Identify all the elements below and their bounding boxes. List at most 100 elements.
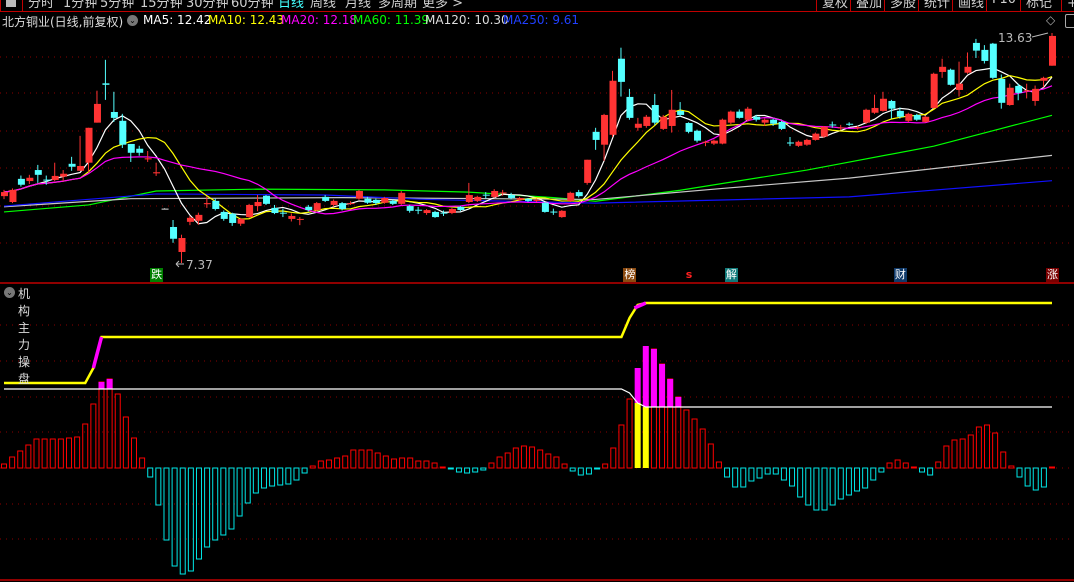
- candle[interactable]: [795, 140, 803, 147]
- event-marker[interactable]: 跌: [150, 268, 164, 282]
- candle[interactable]: [60, 170, 68, 182]
- candle[interactable]: [491, 189, 499, 198]
- candle[interactable]: [787, 136, 794, 147]
- toolbar-button[interactable]: 多股: [884, 0, 916, 11]
- candle[interactable]: [26, 174, 34, 185]
- candle[interactable]: [660, 114, 668, 130]
- candle[interactable]: [727, 110, 735, 125]
- chart-canvas[interactable]: 7.37 13.63: [0, 0, 1074, 582]
- candle[interactable]: [863, 108, 871, 125]
- period-tab[interactable]: 5分钟: [100, 0, 134, 11]
- chevron-down-icon[interactable]: ⌄: [4, 287, 15, 298]
- candle[interactable]: [313, 202, 321, 212]
- candle[interactable]: [153, 162, 161, 176]
- candle[interactable]: [355, 189, 363, 200]
- candle[interactable]: [626, 88, 634, 120]
- period-tab[interactable]: 分时: [28, 0, 54, 11]
- candle[interactable]: [643, 114, 651, 128]
- candle[interactable]: [989, 42, 997, 79]
- candle[interactable]: [719, 118, 727, 145]
- candle[interactable]: [77, 135, 85, 171]
- candle[interactable]: [398, 190, 406, 205]
- candle[interactable]: [778, 120, 786, 130]
- candle[interactable]: [846, 122, 854, 126]
- candle[interactable]: [567, 191, 575, 203]
- period-tab-active[interactable]: 日线: [278, 0, 304, 11]
- candle[interactable]: [110, 91, 118, 122]
- candle[interactable]: [972, 38, 980, 58]
- candle[interactable]: [668, 89, 676, 133]
- candle[interactable]: [922, 115, 930, 123]
- candle[interactable]: [685, 122, 693, 134]
- candle[interactable]: [744, 106, 752, 122]
- candle[interactable]: [1032, 85, 1040, 106]
- candle[interactable]: [694, 129, 702, 143]
- candle[interactable]: [651, 93, 659, 125]
- candle[interactable]: [939, 58, 947, 78]
- toolbar-button[interactable]: F10: [986, 0, 1016, 11]
- candle[interactable]: [584, 159, 592, 185]
- candle[interactable]: [389, 199, 397, 205]
- candle[interactable]: [246, 203, 254, 218]
- toolbar-button[interactable]: 统计: [918, 0, 950, 11]
- candle[interactable]: [271, 204, 279, 215]
- candle[interactable]: [17, 175, 25, 187]
- candle[interactable]: [702, 140, 710, 147]
- candle[interactable]: [432, 210, 440, 218]
- diamond-icon[interactable]: ◇: [1046, 13, 1055, 27]
- candle[interactable]: [448, 207, 456, 215]
- candle[interactable]: [879, 91, 887, 112]
- period-tab[interactable]: 60分钟: [231, 0, 274, 11]
- candle[interactable]: [634, 117, 642, 131]
- candle[interactable]: [964, 52, 972, 74]
- candle[interactable]: [119, 113, 127, 148]
- candle[interactable]: [170, 220, 178, 243]
- candle[interactable]: [347, 201, 355, 205]
- candle[interactable]: [220, 210, 228, 221]
- event-marker[interactable]: 榜: [623, 268, 637, 282]
- candle[interactable]: [558, 210, 566, 218]
- period-tab[interactable]: 1分钟: [63, 0, 97, 11]
- toolbar-button[interactable]: 标记: [1020, 0, 1052, 11]
- event-marker[interactable]: 解: [724, 268, 738, 282]
- period-tab[interactable]: 月线: [345, 0, 371, 11]
- candle[interactable]: [136, 145, 144, 156]
- candle[interactable]: [229, 212, 237, 226]
- candle[interactable]: [617, 47, 625, 97]
- candle[interactable]: [178, 234, 186, 263]
- candle[interactable]: [677, 102, 685, 117]
- candle[interactable]: [592, 127, 600, 150]
- candle[interactable]: [820, 125, 828, 138]
- candle[interactable]: [127, 143, 135, 162]
- candle[interactable]: [263, 195, 270, 205]
- candle[interactable]: [9, 188, 17, 204]
- candle[interactable]: [956, 61, 964, 97]
- menu-icon[interactable]: [0, 0, 23, 11]
- candle[interactable]: [406, 204, 414, 213]
- candle[interactable]: [541, 202, 549, 213]
- candle[interactable]: [905, 112, 913, 123]
- candle[interactable]: [609, 70, 617, 137]
- candle[interactable]: [575, 189, 583, 198]
- candle[interactable]: [93, 90, 101, 123]
- candle[interactable]: [423, 208, 431, 215]
- candle[interactable]: [1023, 83, 1031, 99]
- chevron-down-icon[interactable]: ⌄: [127, 15, 138, 26]
- candle[interactable]: [415, 206, 423, 215]
- candle[interactable]: [803, 138, 811, 146]
- candle[interactable]: [296, 217, 304, 226]
- candle[interactable]: [736, 109, 744, 119]
- candle[interactable]: [981, 45, 989, 64]
- candle[interactable]: [947, 68, 955, 86]
- candle[interactable]: [68, 156, 76, 171]
- candle[interactable]: [288, 213, 296, 222]
- candle[interactable]: [237, 217, 245, 226]
- candle[interactable]: [161, 208, 169, 210]
- candle[interactable]: [871, 94, 879, 114]
- candle[interactable]: [1006, 83, 1014, 106]
- toolbar-button[interactable]: 画线: [952, 0, 984, 11]
- toolbar-button[interactable]: 叠加: [850, 0, 882, 11]
- candle[interactable]: [998, 74, 1006, 109]
- period-tab[interactable]: 周线: [310, 0, 336, 11]
- event-marker[interactable]: 涨: [1046, 268, 1059, 282]
